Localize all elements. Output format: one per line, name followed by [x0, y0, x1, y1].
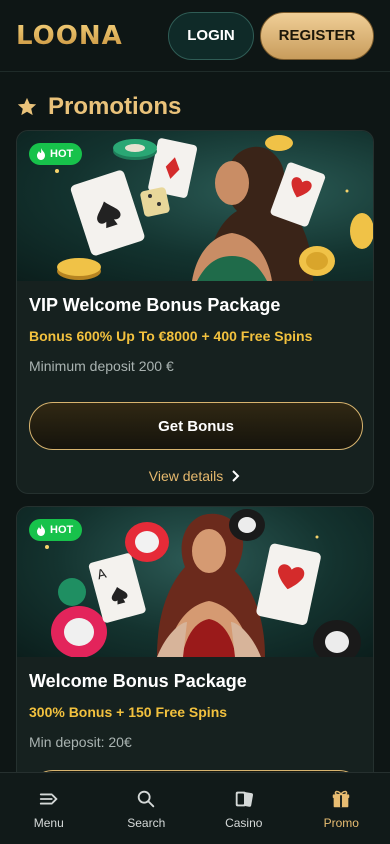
hot-badge: HOT	[29, 143, 83, 165]
promo-title: VIP Welcome Bonus Package	[29, 295, 281, 315]
auth-buttons: LOGIN REGISTER	[168, 11, 374, 60]
promo-min-deposit: Minimum deposit 200 €	[29, 358, 174, 374]
promo-banner-image[interactable]: HOT A	[17, 507, 373, 657]
menu-arrow-icon	[39, 793, 58, 804]
nav-label-casino: Casino	[225, 815, 263, 830]
hot-badge: HOT	[29, 519, 83, 541]
promo-card-body: VIP Welcome Bonus Package Bonus 600% Up …	[17, 295, 373, 484]
flame-icon	[37, 148, 45, 160]
hot-badge-label: HOT	[50, 524, 74, 536]
search-icon	[138, 790, 155, 807]
nav-item-search[interactable]: Search	[101, 788, 191, 830]
nav-label-search: Search	[127, 815, 166, 830]
hot-badge-label: HOT	[50, 148, 74, 160]
site-logo[interactable]: LOONA	[16, 21, 123, 51]
promo-offer: Bonus 600% Up To €8000 + 400 Free Spins	[29, 328, 313, 344]
promo-min-deposit: Min deposit: 20€	[29, 734, 132, 750]
flame-icon	[37, 524, 45, 536]
promo-card: HOT A Welcome Bonus Package 300% Bonus +…	[16, 506, 374, 806]
page-title: Promotions	[48, 93, 182, 120]
register-button[interactable]: REGISTER	[260, 11, 374, 60]
view-details-label: View details	[148, 468, 224, 484]
view-details-link[interactable]: View details	[29, 468, 361, 484]
nav-label-promo: Promo	[323, 815, 359, 830]
login-button[interactable]: LOGIN	[168, 11, 254, 60]
star-icon	[17, 97, 37, 116]
nav-label-menu: Menu	[33, 815, 64, 830]
bottom-navigation: Menu Search Casino Promo	[0, 772, 390, 844]
promo-banner-image[interactable]: HOT	[17, 131, 373, 281]
gift-icon	[333, 790, 350, 807]
cards-icon	[235, 791, 253, 807]
promo-card: HOT VIP Welcome Bonus Package Bonus 600%…	[16, 130, 374, 494]
top-header: LOONA LOGIN REGISTER	[0, 0, 390, 72]
nav-item-promo[interactable]: Promo	[296, 788, 386, 830]
chevron-right-icon	[232, 470, 240, 482]
get-bonus-button[interactable]: Get Bonus	[29, 402, 363, 450]
promo-title: Welcome Bonus Package	[29, 671, 247, 691]
promo-offer: 300% Bonus + 150 Free Spins	[29, 704, 228, 720]
promotions-heading: Promotions	[16, 90, 181, 124]
nav-item-menu[interactable]: Menu	[4, 788, 94, 830]
nav-item-casino[interactable]: Casino	[199, 788, 289, 830]
